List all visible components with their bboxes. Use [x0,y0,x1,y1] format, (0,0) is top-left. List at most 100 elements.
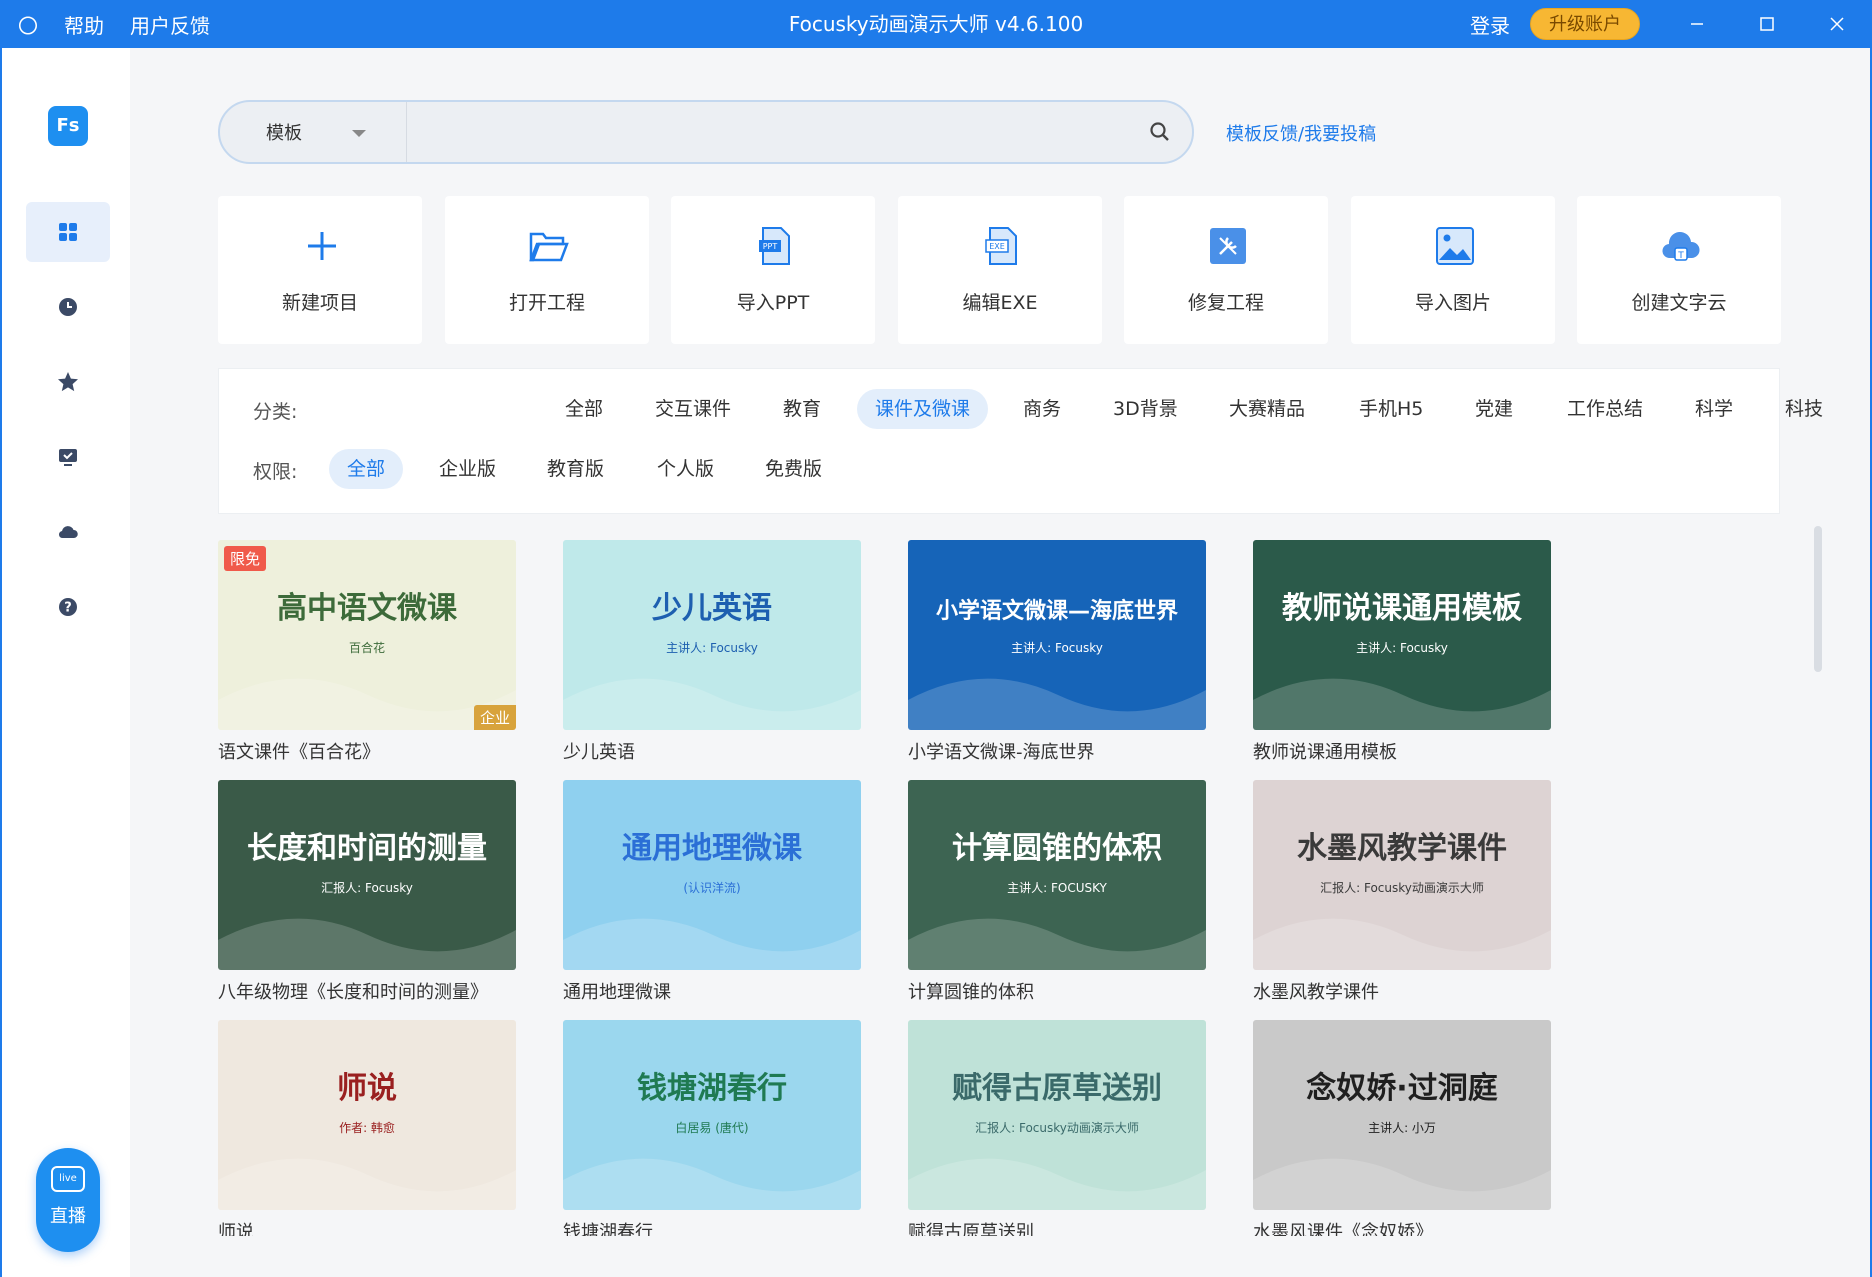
template-thumbnail[interactable]: 少儿英语 主讲人: Focusky [563,540,861,730]
template-thumbnail[interactable]: 计算圆锥的体积 主讲人: FOCUSKY [908,780,1206,970]
template-card[interactable]: 赋得古原草送别 汇报人: Focusky动画演示大师赋得古原草送别 [908,1020,1206,1236]
template-thumbnail[interactable]: 通用地理微课 (认识洋流) [563,780,861,970]
permission-chip[interactable]: 教育版 [529,449,622,489]
template-thumbnail[interactable]: 教师说课通用模板 主讲人: Focusky [1253,540,1551,730]
create-word-cloud-button[interactable]: T 创建文字云 [1577,196,1781,344]
user-feedback-menu[interactable]: 用户反馈 [130,10,210,39]
template-thumbnail[interactable]: 师说 作者: 韩愈 [218,1020,516,1210]
template-thumbnail[interactable]: 小学语文微课—海底世界主讲人: Focusky [908,540,1206,730]
minimize-button[interactable] [1662,0,1732,48]
template-card[interactable]: 师说 作者: 韩愈师说 [218,1020,516,1236]
new-project-button[interactable]: 新建项目 [218,196,422,344]
template-card[interactable]: 水墨风教学课件 汇报人: Focusky动画演示大师水墨风教学课件 [1253,780,1551,1004]
template-card[interactable]: 教师说课通用模板 主讲人: Focusky 教师说课通用模板 [1253,540,1551,764]
enterprise-badge: 企业 [473,705,516,730]
permission-chip[interactable]: 企业版 [421,449,514,489]
permission-row: 权限: 全部 企业版 教育版 个人版 免费版 [219,447,1781,491]
help-icon: ? [59,598,77,616]
sidebar-item-templates[interactable] [26,202,110,262]
sidebar-item-help[interactable]: ? [26,577,110,637]
thumbnail-heading: 少儿英语 [652,591,772,626]
thumbnail-artwork: 赋得古原草送别汇报人: Focusky动画演示大师 [908,1020,1206,1210]
category-chip[interactable]: 手机H5 [1341,389,1441,429]
template-thumbnail[interactable]: 长度和时间的测量 汇报人: Focusky [218,780,516,970]
action-label: 打开工程 [508,292,585,314]
edit-exe-button[interactable]: EXE 编辑EXE [898,196,1102,344]
category-chip[interactable]: 科学 [1677,389,1751,429]
thumbnail-heading: 小学语文微课—海底世界 [936,598,1178,624]
search-type-select[interactable]: 模板 [220,102,406,162]
repair-project-button[interactable]: 修复工程 [1124,196,1328,344]
sidebar-item-favorites[interactable] [26,352,110,412]
category-chip[interactable]: 3D背景 [1095,389,1196,429]
search-bar: 模板 [218,100,1194,164]
template-title[interactable]: 八年级物理《长度和时间的测量》 [218,978,516,1004]
category-chip[interactable]: 全部 [547,389,621,429]
template-title[interactable]: 计算圆锥的体积 [908,978,1206,1004]
maximize-button[interactable] [1732,0,1802,48]
import-ppt-button[interactable]: PPT 导入PPT [671,196,875,344]
category-chip[interactable]: 交互课件 [637,389,749,429]
template-card[interactable]: 念奴娇·过洞庭 主讲人: 小万水墨风课件《念奴娇》 [1253,1020,1551,1236]
template-title[interactable]: 师说 [218,1218,516,1236]
upgrade-account-button[interactable]: 升级账户 [1530,8,1640,40]
help-menu[interactable]: 帮助 [64,10,104,39]
permission-label: 权限: [253,461,298,483]
thumbnail-heading: 钱塘湖春行 [637,1071,787,1106]
close-button[interactable] [1802,0,1872,48]
search-input[interactable] [406,102,1150,162]
template-title[interactable]: 水墨风课件《念奴娇》 [1253,1218,1551,1236]
category-chip[interactable]: 党建 [1457,389,1531,429]
template-card[interactable]: 通用地理微课 (认识洋流) 通用地理微课 [563,780,861,1004]
thumbnail-subheading: 白居易 (唐代) [675,1120,748,1135]
template-title[interactable]: 少儿英语 [563,738,861,764]
template-card[interactable]: 钱塘湖春行 白居易 (唐代) 钱塘湖春行 [563,1020,861,1236]
template-thumbnail[interactable]: 钱塘湖春行白居易 (唐代) [563,1020,861,1210]
template-feedback-link[interactable]: 模板反馈/我要投稿 [1226,120,1376,146]
template-card[interactable]: 高中语文微课 百合花 限免 企业语文课件《百合花》 [218,540,516,764]
thumbnail-subheading: 主讲人: Focusky [1011,640,1103,655]
thumbnail-subheading: 汇报人: Focusky动画演示大师 [975,1120,1139,1135]
thumbnail-heading: 通用地理微课 [622,831,803,866]
category-chip[interactable]: 科技 [1767,389,1841,429]
login-button[interactable]: 登录 [1470,10,1510,39]
template-card[interactable]: 计算圆锥的体积 主讲人: FOCUSKY 计算圆锥的体积 [908,780,1206,1004]
live-stream-label: 直播 [50,1206,86,1227]
search-icon[interactable] [1148,120,1172,144]
category-row: 分类: 全部 交互课件 教育 课件及微课 商务 3D背景 大赛精品 手机H5 党… [219,387,1823,431]
category-chip[interactable]: 商务 [1005,389,1079,429]
thumbnail-subheading: (认识洋流) [683,880,740,895]
permission-chip-active[interactable]: 全部 [329,449,404,489]
template-thumbnail[interactable]: 念奴娇·过洞庭 主讲人: 小万 [1253,1020,1551,1210]
open-project-button[interactable]: 打开工程 [445,196,649,344]
permission-chip[interactable]: 个人版 [639,449,732,489]
category-chip[interactable]: 工作总结 [1549,389,1661,429]
category-label: 分类: [253,401,298,423]
category-chip[interactable]: 教育 [765,389,839,429]
template-card[interactable]: 少儿英语 主讲人: Focusky 少儿英语 [563,540,861,764]
category-chip[interactable]: 大赛精品 [1211,389,1323,429]
action-label: 编辑EXE [962,292,1038,314]
maximize-icon [1760,17,1774,31]
template-thumbnail[interactable]: 水墨风教学课件 汇报人: Focusky动画演示大师 [1253,780,1551,970]
template-title[interactable]: 赋得古原草送别 [908,1218,1206,1236]
permission-chip[interactable]: 免费版 [747,449,840,489]
template-title[interactable]: 通用地理微课 [563,978,861,1004]
template-card[interactable]: 长度和时间的测量 汇报人: Focusky 八年级物理《长度和时间的测量》 [218,780,516,1004]
category-chip-active[interactable]: 课件及微课 [857,389,989,429]
pin-icon[interactable]: 〇 [18,10,38,39]
template-title[interactable]: 教师说课通用模板 [1253,738,1551,764]
template-title[interactable]: 语文课件《百合花》 [218,738,516,764]
template-title[interactable]: 钱塘湖春行 [563,1218,861,1236]
sidebar-item-recent[interactable] [26,277,110,337]
template-thumbnail[interactable]: 赋得古原草送别 汇报人: Focusky动画演示大师 [908,1020,1206,1210]
template-thumbnail[interactable]: 高中语文微课 百合花 限免 企业 [218,540,516,730]
sidebar-item-published[interactable] [26,427,110,487]
template-title[interactable]: 水墨风教学课件 [1253,978,1551,1004]
sidebar-item-cloud[interactable] [26,502,110,562]
import-image-button[interactable]: 导入图片 [1351,196,1555,344]
template-title[interactable]: 小学语文微课-海底世界 [908,738,1206,764]
template-card[interactable]: 小学语文微课—海底世界主讲人: Focusky 小学语文微课-海底世界 [908,540,1206,764]
live-stream-button[interactable]: live 直播 [36,1148,100,1252]
scrollbar-thumb[interactable] [1814,526,1822,672]
